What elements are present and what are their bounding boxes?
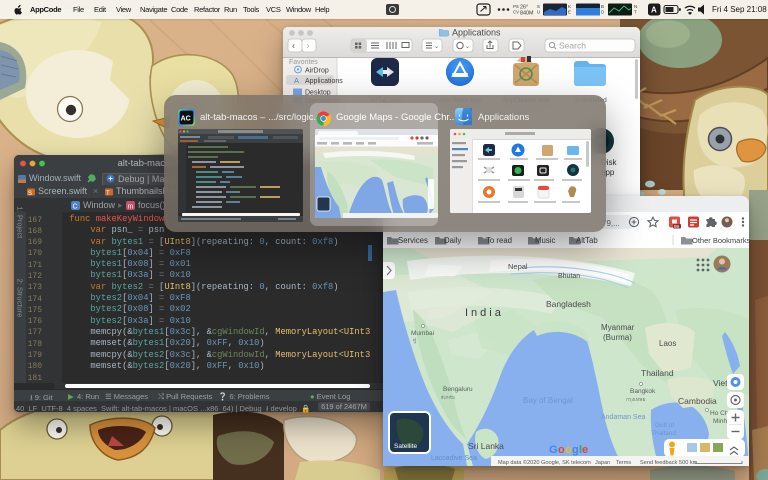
svg-text:A: A bbox=[294, 76, 299, 85]
svg-text:C: C bbox=[73, 203, 78, 210]
svg-text:G: G bbox=[549, 444, 558, 456]
svg-text:กรุงเทพย: กรุงเทพย bbox=[626, 397, 645, 403]
svg-text:Map data ©2020 Google, SK tele: Map data ©2020 Google, SK telecom bbox=[498, 459, 591, 466]
svg-text:Applications: Applications bbox=[452, 28, 501, 38]
svg-text:Minh: Minh bbox=[713, 418, 727, 425]
svg-text:Laos: Laos bbox=[659, 339, 676, 348]
svg-text:(Burma): (Burma) bbox=[603, 333, 632, 342]
svg-text:o: o bbox=[565, 444, 572, 456]
svg-text:AirDrop: AirDrop bbox=[305, 68, 329, 75]
svg-text:o: o bbox=[558, 444, 565, 456]
svg-text:›: › bbox=[307, 41, 310, 51]
svg-text:Thailand: Thailand bbox=[651, 430, 676, 437]
svg-text:Search: Search bbox=[559, 41, 586, 51]
svg-text:⌄: ⌄ bbox=[465, 44, 470, 50]
svg-text:m: m bbox=[128, 203, 134, 210]
svg-text:Terms: Terms bbox=[616, 460, 631, 466]
svg-text:Mumbai: Mumbai bbox=[411, 330, 434, 337]
svg-text:Gulf of: Gulf of bbox=[655, 422, 674, 429]
svg-text:99: 99 bbox=[674, 224, 680, 229]
svg-text:840M: 840M bbox=[520, 11, 534, 17]
svg-text:e: e bbox=[582, 444, 588, 456]
svg-text:‹: ‹ bbox=[292, 41, 295, 51]
svg-text:Cambodia: Cambodia bbox=[678, 396, 717, 406]
svg-text:ಕೆಂಗಳೆರು: ಕೆಂಗಳೆರು bbox=[441, 395, 456, 401]
svg-text:E: E bbox=[568, 10, 571, 15]
svg-text:Myanmar: Myanmar bbox=[601, 323, 635, 332]
svg-text:Japan: Japan bbox=[595, 460, 610, 466]
svg-text:D: D bbox=[601, 10, 604, 15]
svg-text:Bhutan: Bhutan bbox=[558, 273, 580, 280]
svg-text:Sri Lanka: Sri Lanka bbox=[468, 441, 504, 451]
svg-text:g: g bbox=[572, 444, 579, 456]
svg-text:Send feedback: Send feedback bbox=[640, 460, 678, 466]
svg-text:Nepal: Nepal bbox=[508, 262, 528, 271]
svg-text:⌄: ⌄ bbox=[434, 44, 439, 50]
svg-text:K: K bbox=[568, 4, 571, 9]
svg-text:T: T bbox=[634, 10, 637, 15]
svg-text:Bangkok: Bangkok bbox=[630, 388, 656, 395]
svg-text:Favorites: Favorites bbox=[289, 59, 318, 66]
svg-text:AC: AC bbox=[181, 116, 191, 123]
svg-text:Bay of Bengal: Bay of Bengal bbox=[523, 396, 573, 405]
svg-text:S: S bbox=[28, 191, 32, 197]
svg-text:A: A bbox=[651, 6, 657, 15]
svg-text:T: T bbox=[106, 191, 110, 197]
svg-text:Applications: Applications bbox=[305, 78, 343, 85]
svg-text:India: India bbox=[465, 307, 504, 319]
svg-text:CV: CV bbox=[513, 10, 519, 15]
svg-text:PS: PS bbox=[513, 4, 519, 9]
svg-text:Thailand: Thailand bbox=[641, 368, 674, 378]
svg-text:Satellite: Satellite bbox=[394, 443, 418, 450]
svg-text:Ho Ch: Ho Ch bbox=[710, 410, 729, 417]
svg-text:Bangladesh: Bangladesh bbox=[546, 299, 591, 309]
svg-text:Laccadive Sea: Laccadive Sea bbox=[431, 455, 477, 462]
svg-text:Andaman Sea: Andaman Sea bbox=[601, 414, 645, 421]
svg-text:U: U bbox=[537, 10, 540, 15]
svg-text:B: B bbox=[601, 4, 604, 9]
svg-text:S: S bbox=[537, 4, 540, 9]
svg-text:N: N bbox=[634, 4, 637, 9]
svg-text:Bengaluru: Bengaluru bbox=[443, 386, 473, 393]
